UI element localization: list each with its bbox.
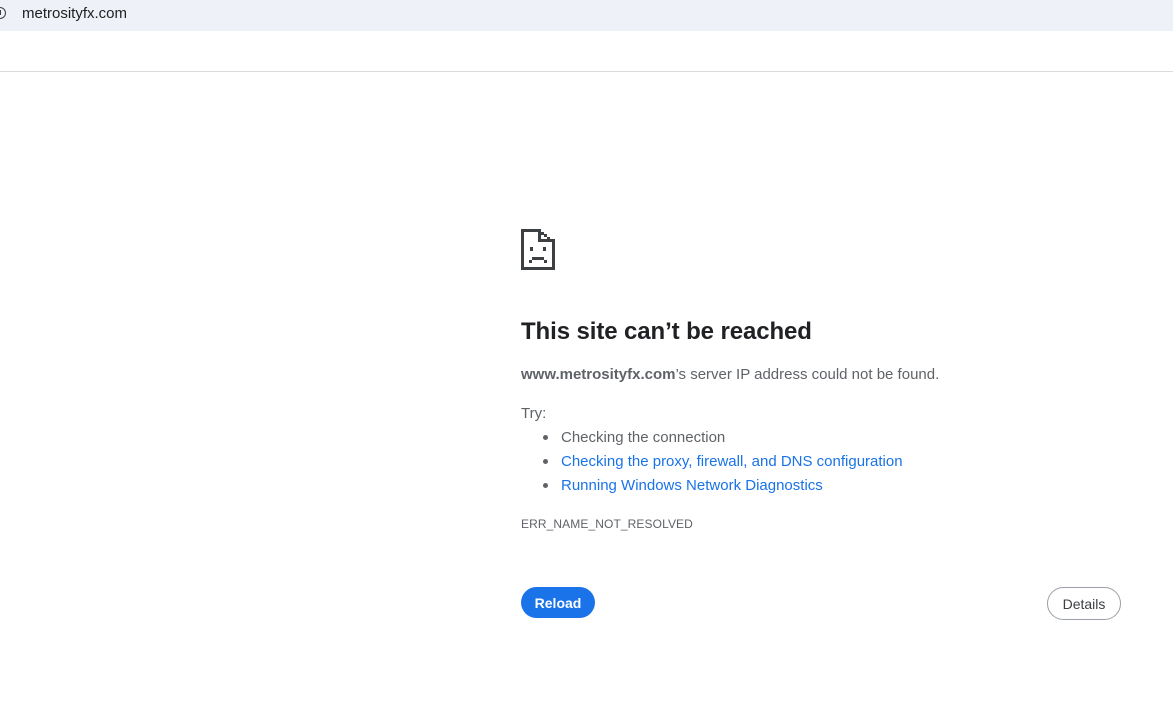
url-text[interactable]: metrosityfx.com (22, 5, 127, 22)
error-domain: www.metrosityfx.com (521, 366, 676, 383)
bullet-icon (543, 483, 548, 488)
toolbar-strip (0, 31, 1173, 72)
try-label: Try: (521, 405, 547, 422)
proxy-firewall-dns-link[interactable]: Checking the proxy, firewall, and DNS co… (561, 453, 903, 470)
details-button[interactable]: Details (1047, 587, 1121, 620)
bullet-icon (543, 435, 548, 440)
info-circle-icon[interactable] (0, 7, 6, 19)
suggestions-list: Checking the connection Checking the pro… (521, 427, 903, 499)
sad-page-icon (521, 229, 555, 270)
error-message: www.metrosityfx.com’s server IP address … (521, 366, 939, 383)
bullet-icon (543, 459, 548, 464)
suggestion-label: Checking the connection (561, 429, 726, 446)
error-message-text: ’s server IP address could not be found. (675, 366, 940, 383)
reload-button[interactable]: Reload (521, 587, 595, 618)
suggestion-check-proxy[interactable]: Checking the proxy, firewall, and DNS co… (521, 451, 903, 475)
error-code: ERR_NAME_NOT_RESOLVED (521, 517, 693, 531)
suggestion-network-diagnostics[interactable]: Running Windows Network Diagnostics (521, 475, 903, 499)
error-heading: This site can’t be reached (521, 318, 812, 345)
suggestion-check-connection: Checking the connection (521, 427, 903, 451)
address-bar[interactable]: metrosityfx.com (0, 0, 1173, 31)
network-diagnostics-link[interactable]: Running Windows Network Diagnostics (561, 477, 823, 494)
